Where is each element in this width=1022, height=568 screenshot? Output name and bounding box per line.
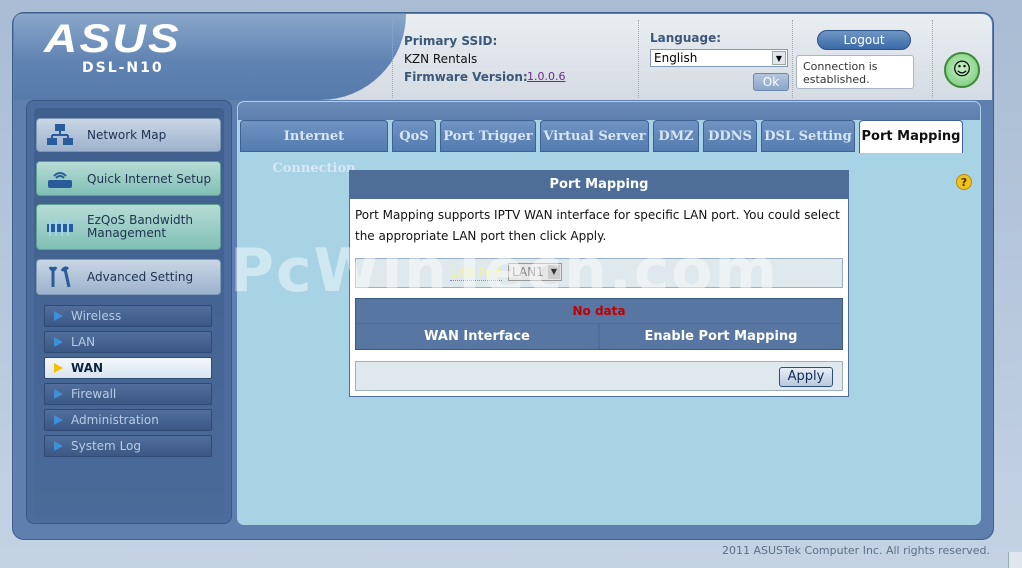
- sidebar-item-label: Wireless: [71, 309, 122, 323]
- bandwidth-icon: [47, 220, 73, 236]
- column-header-wan-interface: WAN Interface: [356, 324, 598, 349]
- tab-bar: [238, 102, 980, 120]
- sidebar-item-label: LAN: [71, 335, 96, 349]
- connection-mascot-icon: ☺: [944, 52, 980, 88]
- sidebar-item-label: EzQoS Bandwidth Management: [87, 213, 193, 240]
- triangle-right-icon: [54, 363, 63, 373]
- triangle-right-icon: [54, 415, 63, 425]
- tab-dsl-setting[interactable]: DSL Setting: [761, 120, 855, 152]
- sidebar-item-ezqos[interactable]: EzQoS Bandwidth Management: [36, 204, 221, 250]
- tab-qos[interactable]: QoS: [392, 120, 436, 152]
- language-value: English: [654, 51, 698, 65]
- sidebar-item-network-map[interactable]: Network Map: [36, 118, 221, 152]
- chevron-down-icon[interactable]: ▼: [548, 265, 560, 279]
- tab-internet-connection[interactable]: Internet Connection: [240, 120, 388, 176]
- chevron-down-icon[interactable]: ▼: [772, 51, 786, 65]
- sidebar-item-label: Network Map: [87, 128, 167, 142]
- triangle-right-icon: [54, 441, 63, 451]
- sidebar-item-lan[interactable]: LAN: [44, 331, 212, 353]
- sidebar-item-label: System Log: [71, 439, 141, 453]
- sidebar-item-wireless[interactable]: Wireless: [44, 305, 212, 327]
- column-header-enable-port-mapping: Enable Port Mapping: [600, 324, 842, 349]
- tab-port-mapping[interactable]: Port Mapping: [859, 120, 963, 153]
- triangle-right-icon: [54, 311, 63, 321]
- lan-port-select[interactable]: LAN1 ▼: [508, 263, 562, 281]
- firmware-version-link[interactable]: 1.0.0.6: [527, 70, 565, 83]
- lan-port-label: LAN Port: [450, 266, 502, 281]
- lan-port-row: [355, 258, 843, 288]
- apply-row: [355, 361, 843, 391]
- header-divider: [932, 20, 933, 98]
- language-label: Language:: [650, 31, 722, 45]
- tab-virtual-server[interactable]: Virtual Server: [540, 120, 649, 152]
- tab-port-trigger[interactable]: Port Trigger: [440, 120, 536, 152]
- scrollbar-corner[interactable]: [1008, 552, 1022, 568]
- sidebar-item-advanced-setting[interactable]: Advanced Setting: [36, 259, 221, 295]
- header-divider: [638, 20, 639, 98]
- header-divider: [792, 20, 793, 98]
- language-select[interactable]: English ▼: [650, 49, 788, 67]
- header-divider: [392, 20, 393, 98]
- sidebar-item-quick-setup[interactable]: Quick Internet Setup: [36, 161, 221, 196]
- ok-button[interactable]: Ok: [753, 73, 789, 91]
- lan-port-value: LAN1: [512, 265, 544, 279]
- copyright-footer: 2011 ASUSTek Computer Inc. All rights re…: [722, 544, 990, 557]
- sidebar-item-label: Advanced Setting: [87, 270, 194, 284]
- panel-title: Port Mapping: [350, 171, 848, 199]
- triangle-right-icon: [54, 337, 63, 347]
- router-icon: [48, 171, 72, 188]
- triangle-right-icon: [54, 389, 63, 399]
- model-name: DSL-N10: [82, 60, 164, 76]
- sidebar-item-firewall[interactable]: Firewall: [44, 383, 212, 405]
- sidebar-item-label: Firewall: [71, 387, 117, 401]
- sidebar-item-label: Quick Internet Setup: [87, 171, 212, 186]
- logout-button[interactable]: Logout: [817, 30, 911, 50]
- tab-dmz[interactable]: DMZ: [653, 120, 699, 152]
- connection-status: Connection is established.: [796, 55, 914, 89]
- tools-icon: [48, 266, 71, 288]
- sidebar-item-wan[interactable]: WAN: [44, 357, 212, 379]
- sidebar-item-administration[interactable]: Administration: [44, 409, 212, 431]
- help-icon[interactable]: ?: [956, 174, 972, 190]
- sidebar-item-system-log[interactable]: System Log: [44, 435, 212, 457]
- firmware-label: Firmware Version:: [404, 70, 528, 84]
- asus-logo: ASUS: [44, 17, 182, 61]
- tab-ddns[interactable]: DDNS: [703, 120, 757, 152]
- no-data-message: No data: [356, 299, 842, 323]
- ssid-label: Primary SSID:: [404, 34, 498, 48]
- ssid-value: KZN Rentals: [404, 52, 478, 66]
- apply-button[interactable]: Apply: [779, 367, 833, 387]
- sidebar-item-label: WAN: [71, 361, 104, 375]
- network-map-icon: [47, 124, 73, 145]
- panel-description: Port Mapping supports IPTV WAN interface…: [355, 208, 840, 243]
- sidebar-item-label: Administration: [71, 413, 159, 427]
